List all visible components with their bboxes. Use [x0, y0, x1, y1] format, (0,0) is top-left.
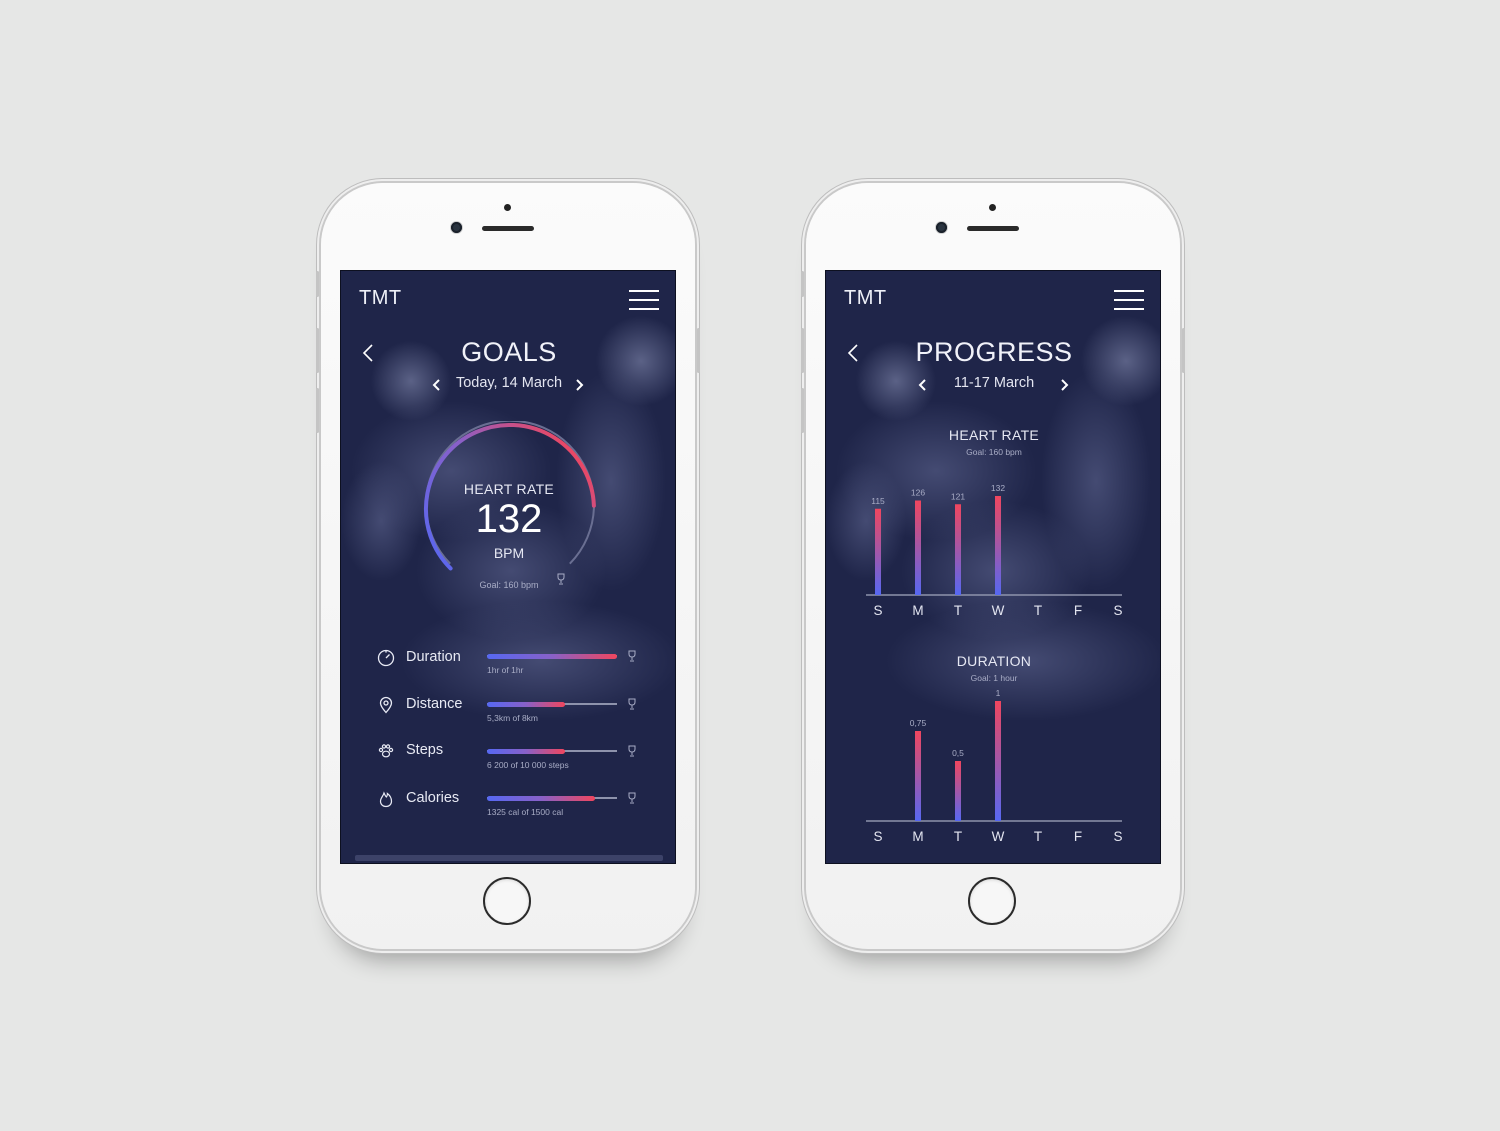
- heart-rate-bar-3: [995, 496, 1001, 595]
- heart-rate-label: HEART RATE: [463, 481, 555, 497]
- duration-day-label-1: M: [912, 829, 923, 844]
- heart-rate-day-label-5: F: [1074, 603, 1082, 618]
- heart-rate-bar-0: [875, 508, 881, 595]
- trophy-icon: [628, 650, 636, 662]
- page-title: PROGRESS: [915, 337, 1073, 367]
- duration-bar-2: [955, 761, 961, 821]
- trophy-icon: [628, 792, 636, 804]
- steps-progress-bar: [487, 748, 617, 754]
- app-brand: TMT: [359, 287, 402, 309]
- progress-screen: TMT PROGRESS 11-17 March HEART RATE Goal…: [825, 270, 1161, 864]
- power-button: [1182, 328, 1185, 373]
- home-button[interactable]: [968, 877, 1016, 925]
- heart-rate-day-label-3: W: [992, 603, 1005, 618]
- heart-rate-bar-1: [915, 500, 921, 595]
- power-button: [697, 328, 700, 373]
- volume-down-button: [316, 388, 319, 433]
- heart-rate-bar-2: [955, 504, 961, 595]
- paw-icon: [378, 744, 394, 758]
- front-camera: [936, 222, 947, 233]
- hamburger-menu-icon[interactable]: [629, 290, 659, 312]
- next-date-chevron-icon[interactable]: [573, 378, 585, 392]
- trophy-icon: [628, 698, 636, 710]
- scroll-indicator[interactable]: [355, 855, 663, 861]
- flame-icon: [379, 791, 393, 808]
- heart-rate-day-label-0: S: [873, 603, 882, 618]
- volume-up-button: [316, 328, 319, 373]
- duration-day-label-3: W: [992, 829, 1005, 844]
- metric-label-distance: Distance: [406, 696, 463, 712]
- earpiece-speaker: [482, 226, 534, 231]
- heart-rate-day-label-6: S: [1113, 603, 1122, 618]
- steps-progress-fill: [487, 748, 565, 754]
- trophy-icon: [628, 745, 636, 757]
- metric-label-calories: Calories: [406, 790, 460, 806]
- phone-goals: TMT GOALS Today, 14 March HEART RATE 132…: [316, 183, 700, 949]
- stopwatch-icon: [377, 649, 395, 667]
- metric-sub-duration: 1hr of 1hr: [487, 665, 524, 675]
- mute-switch: [316, 271, 319, 297]
- heart-rate-day-label-4: T: [1034, 603, 1042, 618]
- metric-sub-calories: 1325 cal of 1500 cal: [487, 807, 564, 817]
- location-pin-icon: [379, 696, 393, 714]
- duration-day-label-6: S: [1113, 829, 1122, 844]
- duration-progress-fill: [487, 653, 617, 659]
- home-button[interactable]: [483, 877, 531, 925]
- distance-progress-bar: [487, 701, 617, 707]
- front-camera: [451, 222, 462, 233]
- calories-progress-bar: [487, 795, 617, 801]
- duration-day-label-0: S: [873, 829, 882, 844]
- duration-day-label-4: T: [1034, 829, 1042, 844]
- metric-sub-steps: 6 200 of 10 000 steps: [487, 760, 569, 770]
- heart-rate-value-label-3: 132: [991, 483, 1005, 493]
- metric-label-duration: Duration: [406, 649, 461, 665]
- duration-day-label-2: T: [954, 829, 962, 844]
- duration-bar-3: [995, 701, 1001, 821]
- heart-rate-unit: BPM: [493, 545, 525, 561]
- metric-sub-distance: 5,3km of 8km: [487, 713, 539, 723]
- duration-bar-1: [915, 731, 921, 821]
- duration-day-label-5: F: [1074, 829, 1082, 844]
- heart-rate-goal: Goal: 160 bpm: [479, 580, 539, 590]
- duration-value-label-3: 1: [996, 688, 1001, 698]
- phone-progress: TMT PROGRESS 11-17 March HEART RATE Goal…: [801, 183, 1185, 949]
- earpiece-speaker: [967, 226, 1019, 231]
- duration-value-label-1: 0,75: [910, 718, 927, 728]
- duration-bar-chart: S 0,75 M 0,5 T 1 W T F S: [866, 688, 1123, 844]
- volume-down-button: [801, 388, 804, 433]
- hamburger-menu-icon[interactable]: [1114, 290, 1144, 312]
- heart-rate-day-label-2: T: [954, 603, 962, 618]
- app-brand: TMT: [844, 287, 887, 309]
- heart-rate-value-label-0: 115: [871, 496, 885, 506]
- proximity-sensor: [504, 204, 511, 211]
- proximity-sensor: [989, 204, 996, 211]
- metric-label-steps: Steps: [406, 742, 444, 758]
- heart-rate-day-label-1: M: [912, 603, 923, 618]
- page-title: GOALS: [461, 337, 557, 367]
- duration-progress-bar: [487, 653, 617, 659]
- volume-up-button: [801, 328, 804, 373]
- calories-progress-fill: [487, 795, 595, 801]
- goals-screen: TMT GOALS Today, 14 March HEART RATE 132…: [340, 270, 676, 864]
- heart-rate-value-label-2: 121: [951, 491, 965, 501]
- date-label: Today, 14 March: [455, 375, 563, 391]
- heart-rate-bar-chart: 115 S 126 M 121 T 132 W T F S: [866, 483, 1123, 618]
- heart-rate-value: 132: [475, 497, 543, 541]
- heart-rate-value-label-1: 126: [911, 488, 925, 498]
- duration-value-label-2: 0,5: [952, 748, 964, 758]
- mute-switch: [801, 271, 804, 297]
- distance-progress-fill: [487, 701, 565, 707]
- next-week-chevron-icon[interactable]: [1058, 378, 1070, 392]
- date-range-label: 11-17 March: [953, 375, 1035, 391]
